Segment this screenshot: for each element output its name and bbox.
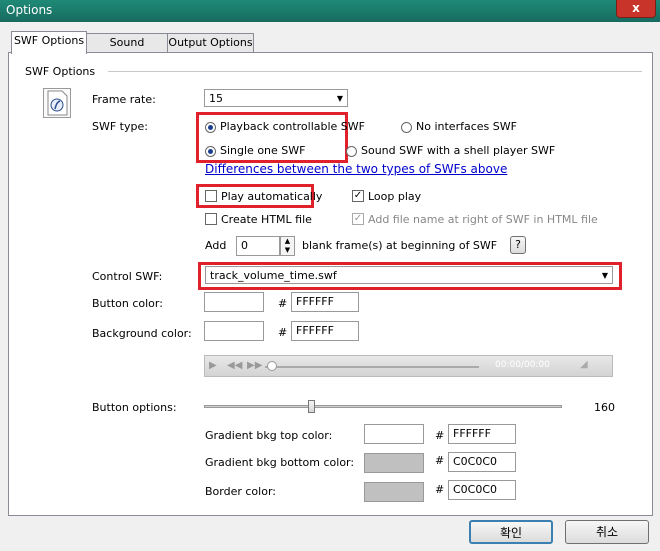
blank-frames-spinner[interactable]: ▲ ▼ <box>280 236 295 256</box>
gradient-bottom-hash: # <box>435 454 445 467</box>
radio-playback-controllable[interactable] <box>205 122 216 133</box>
window-title: Options <box>6 3 53 17</box>
border-color-swatch[interactable] <box>364 482 424 502</box>
button-options-value: 160 <box>594 401 615 414</box>
tab-output-options[interactable]: Output Options <box>167 33 254 53</box>
gradient-top-swatch[interactable] <box>364 424 424 444</box>
play-icon: ▶ <box>209 360 217 371</box>
ok-button[interactable]: 확인 <box>469 520 553 544</box>
play-automatically-checkbox[interactable] <box>205 190 217 202</box>
button-color-swatch[interactable] <box>204 292 264 312</box>
group-label: SWF Options <box>25 65 100 78</box>
gradient-bottom-label: Gradient bkg bottom color: <box>205 456 355 469</box>
chevron-down-icon: ▼ <box>601 271 608 280</box>
seek-track <box>265 366 479 368</box>
chevron-down-icon: ▼ <box>336 94 343 103</box>
frame-rate-select[interactable]: 15 ▼ <box>204 89 348 107</box>
gradient-top-hash: # <box>435 429 445 442</box>
no-interfaces-label: No interfaces SWF <box>416 120 517 133</box>
frame-rate-label: Frame rate: <box>92 93 156 106</box>
close-button[interactable]: x <box>616 0 656 18</box>
add-filename-checkbox[interactable]: ✓ <box>352 213 364 225</box>
button-options-label: Button options: <box>92 401 177 414</box>
button-color-label: Button color: <box>92 297 163 310</box>
swf-file-icon <box>43 88 71 118</box>
border-color-label: Border color: <box>205 485 276 498</box>
radio-shell-player[interactable] <box>346 146 357 157</box>
radio-single-one[interactable] <box>205 146 216 157</box>
blank-frames-input[interactable]: 0 <box>236 236 280 256</box>
title-bar <box>0 0 660 22</box>
gradient-top-label: Gradient bkg top color: <box>205 429 333 442</box>
control-swf-select[interactable]: track_volume_time.swf ▼ <box>205 266 613 284</box>
button-options-slider-track[interactable] <box>204 405 562 408</box>
border-color-hash: # <box>435 483 445 496</box>
frame-rate-value: 15 <box>209 92 223 105</box>
border-color-input[interactable]: C0C0C0 <box>448 480 516 500</box>
background-color-hash: # <box>278 326 288 339</box>
volume-icon: ◢ <box>580 359 588 370</box>
rewind-icon: ◀◀ <box>227 360 243 371</box>
single-one-label: Single one SWF <box>220 144 306 157</box>
gradient-top-input[interactable]: FFFFFF <box>448 424 516 444</box>
gradient-bottom-input[interactable]: C0C0C0 <box>448 452 516 472</box>
seek-knob <box>267 361 277 371</box>
tab-swf-options[interactable]: SWF Options <box>11 31 87 54</box>
playback-controllable-label: Playback controllable SWF <box>220 120 365 133</box>
create-html-checkbox[interactable] <box>205 213 217 225</box>
tab-sound-options[interactable]: Sound Options <box>86 33 168 67</box>
button-color-hash: # <box>278 297 288 310</box>
forward-icon: ▶▶ <box>247 360 263 371</box>
radio-no-interfaces[interactable] <box>401 122 412 133</box>
gradient-bottom-swatch[interactable] <box>364 453 424 473</box>
loop-play-label: Loop play <box>368 190 422 203</box>
blank-frames-label: blank frame(s) at beginning of SWF <box>302 239 498 252</box>
create-html-label: Create HTML file <box>221 213 312 226</box>
background-color-label: Background color: <box>92 327 192 340</box>
player-time: 00:00/00:00 <box>495 360 550 370</box>
control-swf-value: track_volume_time.swf <box>210 269 337 282</box>
group-divider <box>108 71 642 72</box>
help-button[interactable]: ? <box>510 236 526 254</box>
loop-play-checkbox[interactable]: ✓ <box>352 190 364 202</box>
shell-player-label: Sound SWF with a shell player SWF <box>361 144 556 157</box>
cancel-button[interactable]: 취소 <box>565 520 649 544</box>
play-automatically-label: Play automatically <box>221 190 323 203</box>
swf-types-difference-link[interactable]: Differences between the two types of SWF… <box>205 162 507 176</box>
background-color-swatch[interactable] <box>204 321 264 341</box>
add-filename-label: Add file name at right of SWF in HTML fi… <box>368 213 598 226</box>
control-swf-label: Control SWF: <box>92 270 163 283</box>
button-options-slider-thumb[interactable] <box>308 400 316 413</box>
add-label: Add <box>205 239 227 252</box>
swf-type-label: SWF type: <box>92 120 148 133</box>
player-preview: ▶ ◀◀ ▶▶ 00:00/00:00 ◢ <box>204 355 613 377</box>
background-color-input[interactable]: FFFFFF <box>291 321 359 341</box>
button-color-input[interactable]: FFFFFF <box>291 292 359 312</box>
